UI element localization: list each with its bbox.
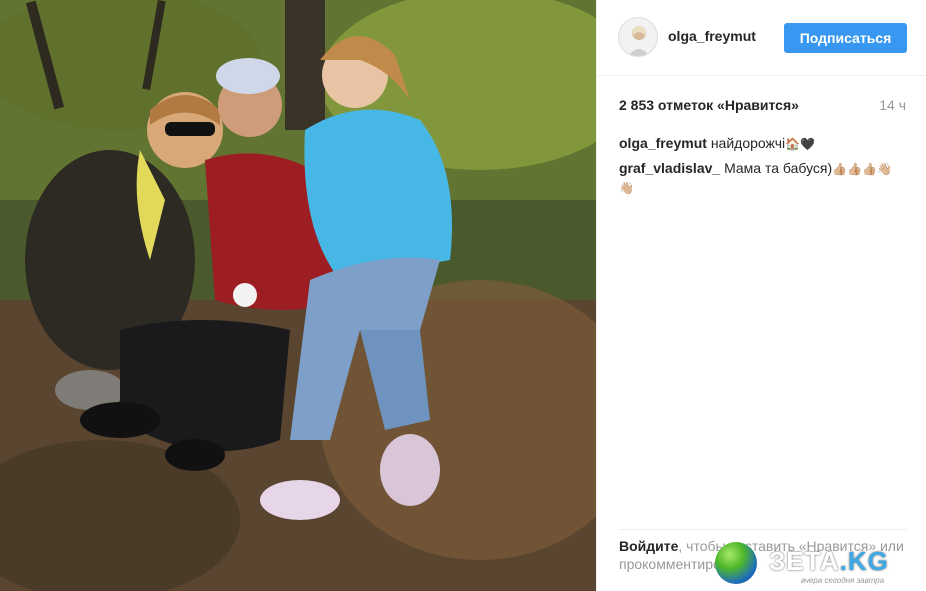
comment-emoji: 🏠🖤 <box>785 137 816 151</box>
watermark-tagline: вчера сегодня завтра <box>801 576 885 585</box>
avatar-image <box>619 18 657 56</box>
site-watermark: ЗЕТА.KG вчера сегодня завтра <box>705 540 926 591</box>
comment-item: graf_vladislav_ Мама та бабуся)👍🏼👍🏼👍🏼👋🏼 … <box>619 159 909 197</box>
comment-text: Мама та бабуся) <box>724 160 833 176</box>
comments-list: olga_freymut найдорожчі🏠🖤 graf_vladislav… <box>619 134 909 203</box>
watermark-brand-name: ЗЕТА <box>769 546 840 576</box>
post-photo[interactable] <box>0 0 596 591</box>
post-time[interactable]: 14 ч <box>879 97 906 113</box>
photo-illustration <box>0 0 596 591</box>
username-link[interactable]: olga_freymut <box>668 28 756 44</box>
follow-button[interactable]: Подписаться <box>784 23 907 53</box>
globe-icon <box>715 542 757 584</box>
avatar[interactable] <box>618 17 658 57</box>
comment-username[interactable]: graf_vladislav_ <box>619 160 720 176</box>
comment-item: olga_freymut найдорожчі🏠🖤 <box>619 134 909 153</box>
watermark-tld: .KG <box>839 546 889 576</box>
login-link[interactable]: Войдите <box>619 538 678 554</box>
post-header: olga_freymut Подписаться <box>597 0 926 76</box>
comment-username[interactable]: olga_freymut <box>619 135 707 151</box>
comment-text: найдорожчі <box>710 135 786 151</box>
watermark-brand: ЗЕТА.KG <box>769 546 889 577</box>
likes-count[interactable]: 2 853 отметок «Нравится» <box>619 97 799 113</box>
post-sidebar: olga_freymut Подписаться 2 853 отметок «… <box>596 0 926 591</box>
